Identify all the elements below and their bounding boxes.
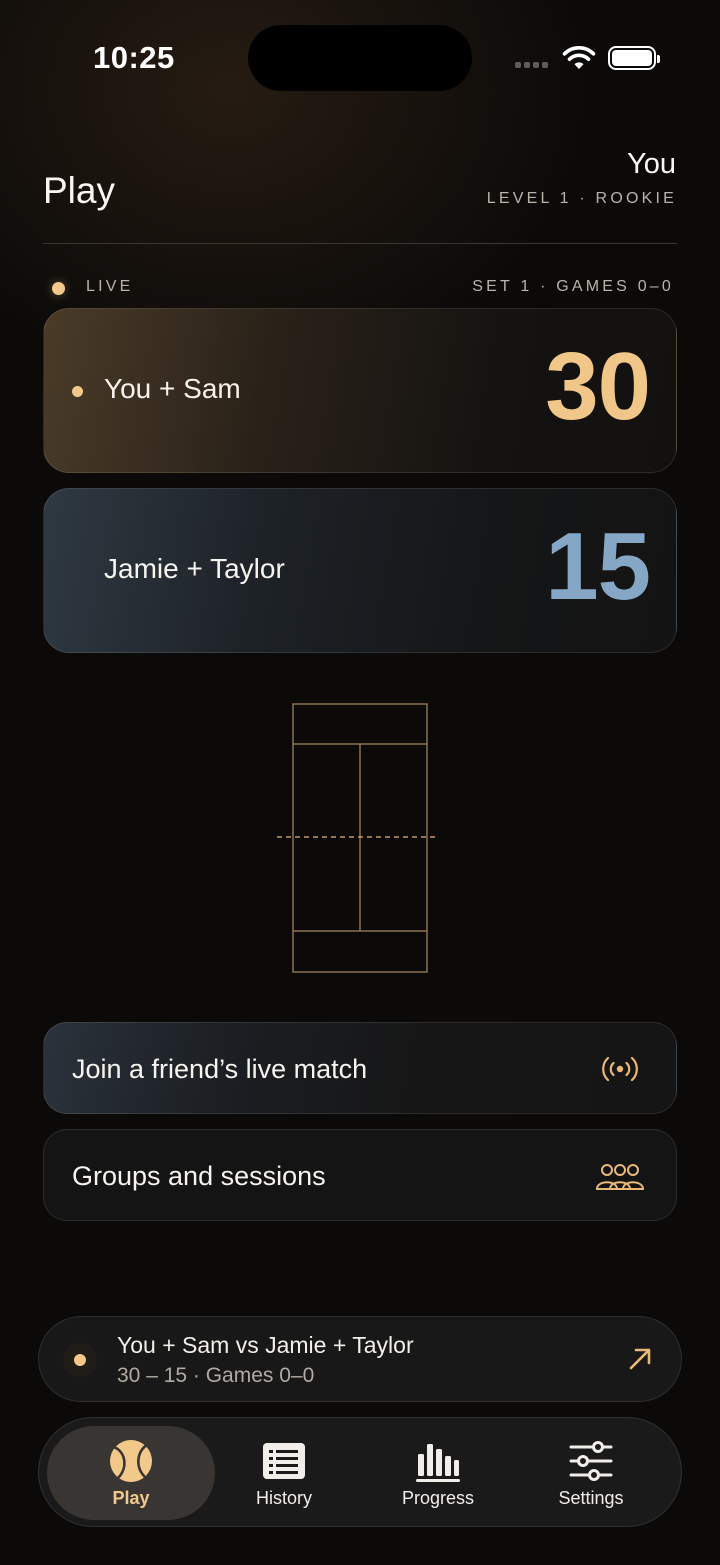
live-indicator-dot <box>52 282 65 295</box>
header-divider <box>43 243 677 244</box>
user-level: LEVEL 1 · ROOKIE <box>486 190 677 207</box>
score-card-team-a[interactable]: You + Sam 30 <box>43 308 677 473</box>
battery-icon <box>608 46 660 70</box>
tab-history[interactable]: History <box>200 1426 368 1520</box>
serve-indicator-dot <box>72 386 83 397</box>
set-info: SET 1 · GAMES 0–0 <box>472 278 674 295</box>
current-match-bar[interactable]: You + Sam vs Jamie + Taylor 30 – 15 · Ga… <box>38 1316 682 1402</box>
action-label: Join a friend’s live match <box>72 1054 368 1084</box>
cellular-signal-icon <box>515 62 548 68</box>
tennis-court-diagram <box>277 703 437 973</box>
broadcast-icon <box>602 1056 638 1082</box>
tab-label: Settings <box>558 1488 624 1508</box>
tab-play[interactable]: Play <box>47 1426 215 1520</box>
group-icon <box>595 1164 645 1190</box>
tab-bar: Play History Progress Settings <box>38 1417 682 1527</box>
bar-chart-icon <box>416 1444 460 1482</box>
live-status-row: LIVE SET 1 · GAMES 0–0 <box>43 276 677 300</box>
sliders-icon <box>569 1441 613 1481</box>
join-live-match-button[interactable]: Join a friend’s live match <box>43 1022 677 1114</box>
live-label: LIVE <box>86 278 134 295</box>
page-title: Play <box>43 170 115 211</box>
dynamic-island <box>248 25 472 91</box>
tab-progress[interactable]: Progress <box>354 1426 522 1520</box>
current-match-title: You + Sam vs Jamie + Taylor <box>117 1332 414 1358</box>
status-bar: 10:25 <box>0 0 720 120</box>
list-icon <box>263 1443 305 1479</box>
tab-label: History <box>255 1488 312 1508</box>
tab-settings[interactable]: Settings <box>507 1426 675 1520</box>
current-match-subtitle: 30 – 15 · Games 0–0 <box>117 1364 315 1387</box>
tab-label: Progress <box>401 1488 475 1508</box>
action-label: Groups and sessions <box>72 1161 326 1191</box>
live-indicator <box>63 1343 97 1377</box>
team-name: You + Sam <box>104 373 241 404</box>
arrow-up-right-icon[interactable] <box>627 1346 653 1372</box>
status-time: 10:25 <box>93 40 175 75</box>
groups-and-sessions-button[interactable]: Groups and sessions <box>43 1129 677 1221</box>
team-score: 15 <box>545 513 651 620</box>
team-score: 30 <box>545 333 651 440</box>
wifi-icon <box>562 46 596 69</box>
user-name[interactable]: You <box>627 148 676 181</box>
tab-label: Play <box>112 1488 150 1508</box>
tennis-ball-icon <box>110 1440 152 1482</box>
score-card-team-b[interactable]: Jamie + Taylor 15 <box>43 488 677 653</box>
team-name: Jamie + Taylor <box>104 553 285 584</box>
